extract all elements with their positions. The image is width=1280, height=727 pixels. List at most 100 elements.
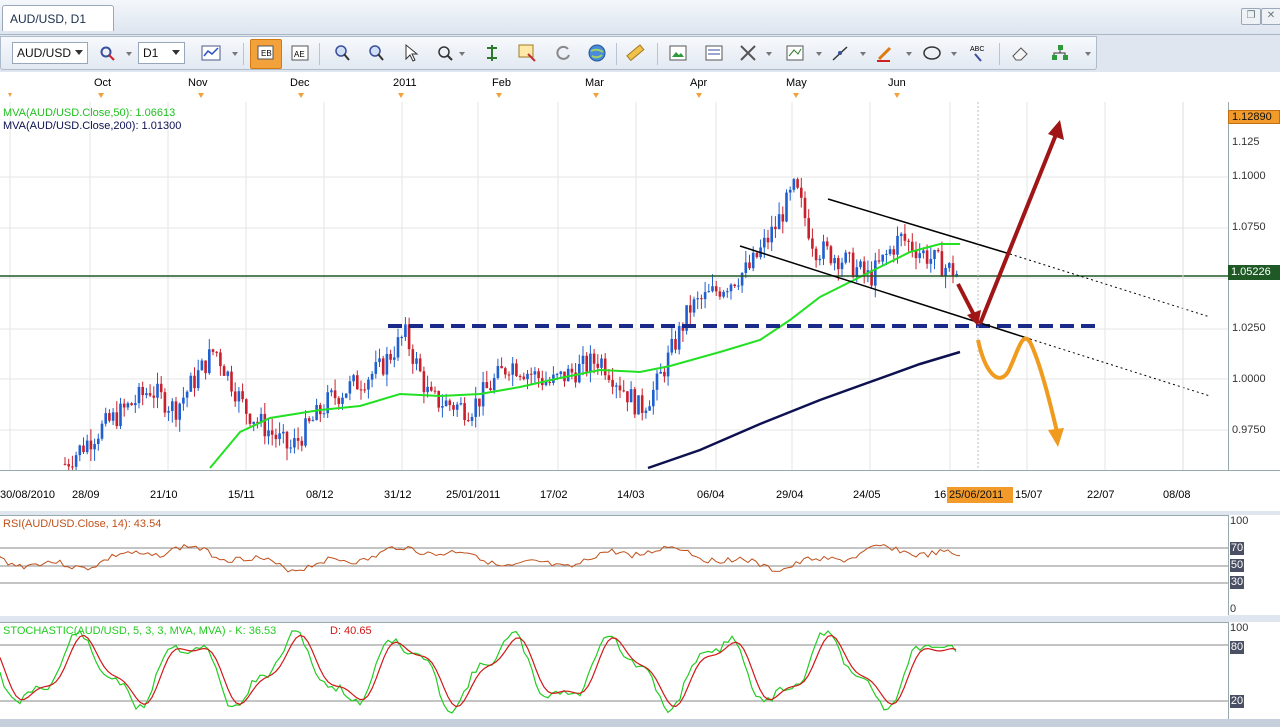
- candle-body: [304, 418, 307, 446]
- candle-body: [222, 366, 226, 376]
- candle-body: [233, 391, 237, 402]
- candle-body: [644, 410, 648, 413]
- candle-body: [851, 252, 855, 278]
- pen-icon[interactable]: [874, 42, 896, 64]
- insert-image-icon[interactable]: [667, 42, 689, 64]
- pointer-icon[interactable]: [400, 42, 422, 64]
- candle-body: [322, 413, 326, 415]
- chart-tab[interactable]: AUD/USD, D1: [2, 5, 114, 31]
- text-label-icon[interactable]: ABC: [967, 42, 989, 64]
- candle-body: [270, 430, 274, 435]
- candle-body: [529, 373, 533, 375]
- date-label: 30/08/2010: [0, 489, 56, 501]
- zoom-in-icon[interactable]: [331, 42, 353, 64]
- globe-icon[interactable]: [586, 42, 608, 64]
- candle-body: [430, 386, 433, 391]
- zoom-out-icon[interactable]: [365, 42, 387, 64]
- candle-body: [485, 382, 489, 389]
- candle-body: [363, 389, 366, 391]
- candle-body: [145, 393, 148, 396]
- candle-body: [407, 324, 411, 350]
- candle-body: [888, 249, 892, 254]
- ellipse-icon[interactable]: [921, 42, 943, 64]
- top-time-axis: Oct Nov Dec 2011 Feb Mar Apr May Jun: [0, 72, 1280, 102]
- measure-zoom-icon[interactable]: [434, 42, 456, 64]
- template-icon[interactable]: [703, 42, 725, 64]
- indicators-icon[interactable]: [784, 42, 806, 64]
- orange-arrow-head: [1048, 428, 1064, 447]
- candle-body: [555, 374, 559, 376]
- rsi-level: 50: [1230, 559, 1244, 572]
- candle-body: [774, 226, 777, 230]
- stochastic-chart: [0, 630, 1228, 714]
- candle-body: [341, 397, 344, 404]
- candle-body: [907, 240, 910, 242]
- refresh-icon[interactable]: [552, 42, 574, 64]
- stochastic-panel[interactable]: STOCHASTIC(AUD/USD, 5, 3, 3, MVA, MVA) -…: [0, 622, 1228, 720]
- candle-body: [67, 464, 70, 467]
- ruler-icon[interactable]: [624, 42, 646, 64]
- top-price-value: 1.12890: [1232, 111, 1272, 123]
- timeframe-select[interactable]: D1: [138, 42, 185, 64]
- rsi-level: 30: [1230, 576, 1244, 589]
- candle-body: [663, 371, 666, 377]
- price-label: 1.1000: [1232, 170, 1266, 182]
- close-icon[interactable]: ✕: [1261, 8, 1280, 25]
- date-label: 15/07: [1015, 489, 1043, 501]
- rsi-level: 70: [1230, 542, 1244, 555]
- symbol-value: AUD/USD: [17, 46, 72, 60]
- candle-body: [648, 406, 651, 411]
- top-price-badge: 1.12890: [1228, 110, 1280, 124]
- candle-body: [115, 412, 119, 427]
- candle-body: [85, 440, 89, 453]
- drawings: [0, 102, 1228, 470]
- candle-body: [474, 398, 477, 417]
- candle-body: [548, 381, 551, 383]
- eraser-icon[interactable]: [1009, 42, 1031, 64]
- symbol-search-icon[interactable]: [97, 42, 119, 64]
- candle-body: [903, 233, 907, 241]
- candle-body: [885, 253, 888, 255]
- candle-body: [367, 379, 370, 390]
- candle-body: [659, 371, 662, 374]
- tools-icon[interactable]: [737, 42, 759, 64]
- candle-body: [167, 411, 170, 413]
- candle-body: [385, 353, 389, 375]
- candle-body: [755, 252, 759, 258]
- data-window-icon[interactable]: AE: [289, 42, 311, 64]
- restore-icon[interactable]: ❐: [1241, 8, 1261, 25]
- insert-text-icon[interactable]: [516, 42, 538, 64]
- orange-projection-line: [976, 336, 1059, 433]
- candle-body: [448, 400, 452, 406]
- candle-body: [737, 285, 740, 287]
- candle-body: [726, 291, 729, 293]
- candle-body: [307, 418, 311, 422]
- insert-vertical-line-icon[interactable]: [481, 42, 503, 64]
- red-arrow-stem: [956, 283, 977, 318]
- candle-body: [119, 403, 122, 427]
- price-panel[interactable]: MVA(AUD/USD.Close,50): 1.06613 MVA(AUD/U…: [0, 102, 1228, 470]
- rsi-panel[interactable]: RSI(AUD/USD.Close, 14): 43.54: [0, 515, 1228, 616]
- symbol-select[interactable]: AUD/USD: [12, 42, 88, 64]
- tree-icon[interactable]: [1049, 42, 1071, 64]
- chart-type-icon[interactable]: [200, 42, 222, 64]
- candle-body: [411, 349, 415, 364]
- candle-body: [733, 284, 736, 287]
- candle-body: [899, 233, 903, 236]
- candle-body: [874, 260, 877, 286]
- upper-channel-line: [827, 198, 1011, 255]
- candle-body: [570, 368, 574, 373]
- trendline-icon[interactable]: [829, 42, 851, 64]
- candle-body: [948, 263, 951, 268]
- candle-body: [185, 391, 189, 398]
- candle-body: [134, 403, 137, 406]
- candle-body: [559, 371, 563, 375]
- ma50-label: MVA(AUD/USD.Close,50): 1.06613: [3, 107, 176, 119]
- bottom-time-axis: 30/08/2010 28/09 21/10 15/11 08/12 31/12…: [0, 470, 1280, 511]
- crosshair-mode-button[interactable]: EB: [250, 39, 282, 69]
- timeframe-value: D1: [143, 46, 159, 60]
- candle-body: [400, 337, 403, 339]
- candle-body: [844, 252, 847, 263]
- candle-body: [933, 250, 936, 260]
- price-label: 1.0250: [1232, 322, 1266, 334]
